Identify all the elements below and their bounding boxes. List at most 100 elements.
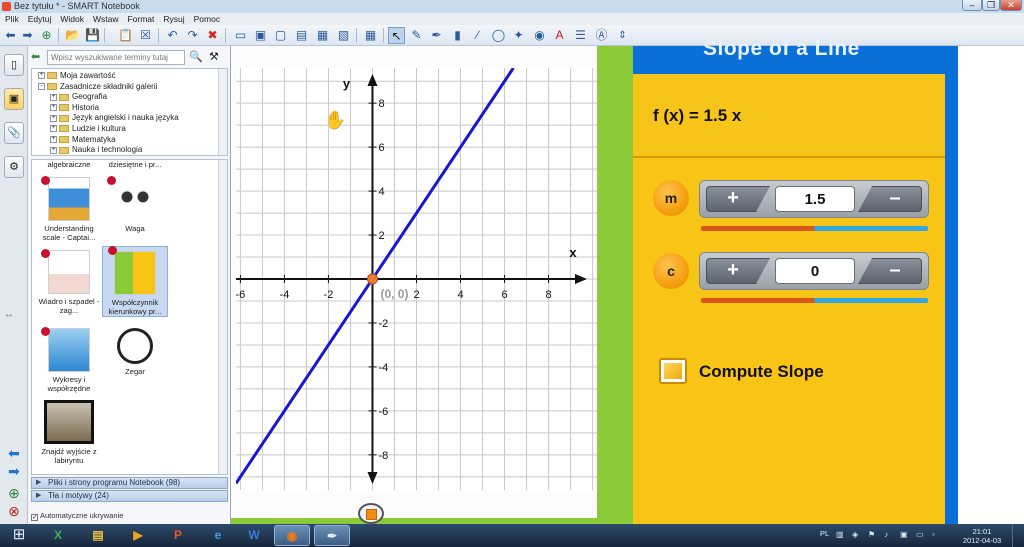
capture-icon[interactable]: ▧ xyxy=(335,27,352,44)
gallery-back-icon[interactable]: ⬅ xyxy=(31,50,45,64)
toolbar-move-icon[interactable]: ⇕ xyxy=(614,27,631,44)
tree-node[interactable]: + Język angielski i nauka języka xyxy=(50,113,179,124)
shapes-icon[interactable]: ◯ xyxy=(490,27,507,44)
expand-icon[interactable]: + xyxy=(50,93,57,101)
firefox-icon[interactable]: ◉ xyxy=(274,525,310,546)
tree-scrollbar[interactable] xyxy=(218,69,227,155)
undo-icon[interactable]: ↶ xyxy=(164,27,181,44)
eraser-icon[interactable]: ▮ xyxy=(449,27,466,44)
panel-resize-icon[interactable]: ↔ xyxy=(4,309,14,320)
gallery-item[interactable]: Wykresy i współrzędne xyxy=(36,327,102,393)
screen-capture-icon[interactable]: ☒ xyxy=(137,27,154,44)
properties-tab-icon[interactable]: ⚙ xyxy=(4,156,24,178)
magic-pen-icon[interactable]: ✦ xyxy=(510,27,527,44)
attachments-icon[interactable]: 📎 xyxy=(4,122,24,144)
language-indicator[interactable]: PL xyxy=(820,529,829,538)
m-plus-button[interactable]: + xyxy=(706,186,770,212)
smart-notebook-icon[interactable]: ✒ xyxy=(314,525,350,546)
excel-icon[interactable]: X xyxy=(40,525,76,546)
gallery-search-input[interactable] xyxy=(48,51,178,64)
paste-icon[interactable]: 📋 xyxy=(117,27,134,44)
collapse-icon[interactable]: - xyxy=(38,82,45,90)
menu-plik[interactable]: Plik xyxy=(0,13,23,24)
word-icon[interactable]: W xyxy=(236,525,272,546)
gallery-item[interactable]: Zegar xyxy=(102,328,168,376)
tree-node[interactable]: + Matematyka xyxy=(50,135,116,146)
gallery-item[interactable]: Understanding scale - Captai... xyxy=(36,176,102,242)
expand-icon[interactable]: + xyxy=(50,125,57,133)
expand-icon[interactable]: + xyxy=(50,146,57,154)
add-page-icon[interactable]: ⊕ xyxy=(38,27,55,44)
creative-pen-icon[interactable]: ✒ xyxy=(428,27,445,44)
table-icon[interactable]: ▦ xyxy=(362,27,379,44)
panel-add-icon[interactable]: ⊕ xyxy=(5,486,23,500)
m-minus-button[interactable]: – xyxy=(858,186,922,212)
panel-forward-icon[interactable]: ➡ xyxy=(5,464,23,478)
panel-delete-icon[interactable]: ⊗ xyxy=(5,504,23,518)
section-backgrounds[interactable]: ▶ Tła i motywy (24) xyxy=(31,490,228,502)
select-arrow-icon[interactable]: ↖ xyxy=(388,27,405,44)
expand-icon[interactable]: + xyxy=(50,114,57,122)
tree-node[interactable]: - Zasadnicze składniki galerii xyxy=(38,82,157,93)
properties-icon[interactable]: ☰ xyxy=(572,27,589,44)
save-icon[interactable]: 💾 xyxy=(84,27,101,44)
maximize-button[interactable]: ❐ xyxy=(982,0,1000,11)
ie-icon[interactable]: e xyxy=(200,525,236,546)
document-camera-icon[interactable]: ▤ xyxy=(293,27,310,44)
gallery-item[interactable]: Wiadro i szpadel - zag... xyxy=(36,249,102,315)
minimize-button[interactable]: – xyxy=(962,0,982,11)
tree-node[interactable]: + Historia xyxy=(50,103,99,114)
gallery-item-selected[interactable]: Współczynnik kierunkowy pr... xyxy=(102,246,168,317)
back-icon[interactable]: ⬅ xyxy=(2,27,19,44)
c-plus-button[interactable]: + xyxy=(706,258,770,284)
clock[interactable]: 21:01 2012-04-03 xyxy=(958,527,1006,545)
media-icon[interactable]: ▶ xyxy=(120,525,156,546)
forward-icon[interactable]: ➡ xyxy=(19,27,36,44)
redo-icon[interactable]: ↷ xyxy=(184,27,201,44)
expand-icon[interactable]: + xyxy=(50,135,57,143)
flag-icon[interactable]: ⚑ xyxy=(868,530,875,539)
expand-icon[interactable]: + xyxy=(50,104,57,112)
font-icon[interactable]: Ⓐ xyxy=(593,27,610,44)
menu-pomoc[interactable]: Pomoc xyxy=(189,13,224,24)
line-icon[interactable]: ∕ xyxy=(469,27,486,44)
pen-icon[interactable]: ✎ xyxy=(408,27,425,44)
menu-wstaw[interactable]: Wstaw xyxy=(88,13,123,24)
table-image-icon[interactable]: ▦ xyxy=(314,27,331,44)
delete-icon[interactable]: ✖ xyxy=(204,27,221,44)
tree-node[interactable]: + Geografia xyxy=(50,92,107,103)
display-icon[interactable]: ▢ xyxy=(272,27,289,44)
folder-icon[interactable]: ▤ xyxy=(80,525,116,546)
gallery-search[interactable] xyxy=(47,50,185,65)
smart-tray-icon[interactable]: ▣ xyxy=(900,530,908,539)
close-button[interactable]: ✕ xyxy=(1000,0,1022,11)
start-button[interactable]: ⊞ xyxy=(2,524,36,547)
gallery-item[interactable]: Znajdź wyjście z labiryntu xyxy=(36,400,102,465)
volume-icon[interactable]: ♪ xyxy=(884,530,888,539)
fill-icon[interactable]: ◉ xyxy=(531,27,548,44)
panel-back-icon[interactable]: ⬅ xyxy=(5,446,23,460)
search-icon[interactable]: 🔍 xyxy=(189,50,203,63)
text-icon[interactable]: A xyxy=(551,27,568,44)
section-notebook-files[interactable]: ▶ Pliki i strony programu Notebook (98) xyxy=(31,477,228,489)
menu-format[interactable]: Format xyxy=(122,13,158,24)
c-slider[interactable] xyxy=(701,298,928,303)
network-icon[interactable]: ▥ xyxy=(836,530,844,539)
tree-node[interactable]: + Moja zawartość xyxy=(38,71,116,82)
thumbs-scrollbar[interactable] xyxy=(218,160,227,474)
autohide-checkbox[interactable]: ✓ Automatyczne ukrywanie xyxy=(31,511,123,521)
expand-icon[interactable]: + xyxy=(38,72,45,80)
screen-shade-icon[interactable]: ▭ xyxy=(232,27,249,44)
graph-plot[interactable]: -6 -4 -2 2 4 6 8 8 6 4 2 -2 -4 -6 -8 x y (0, 0) xyxy=(236,68,597,490)
display-tray-icon[interactable]: ▫ xyxy=(932,530,935,539)
show-desktop-button[interactable] xyxy=(1012,524,1024,547)
menu-edytuj[interactable]: Edytuj xyxy=(23,13,56,24)
open-folder-icon[interactable]: 📂 xyxy=(64,27,81,44)
gallery-icon[interactable]: ▣ xyxy=(4,88,24,110)
gallery-options-icon[interactable]: ⚒ xyxy=(209,50,219,63)
widget-toggle-button[interactable] xyxy=(358,503,384,524)
page-sorter-icon[interactable]: ▯ xyxy=(4,54,24,76)
gallery-item[interactable]: Waga xyxy=(102,176,168,233)
c-minus-button[interactable]: – xyxy=(858,258,922,284)
tree-node[interactable]: + Nauka i technologia xyxy=(50,145,142,155)
